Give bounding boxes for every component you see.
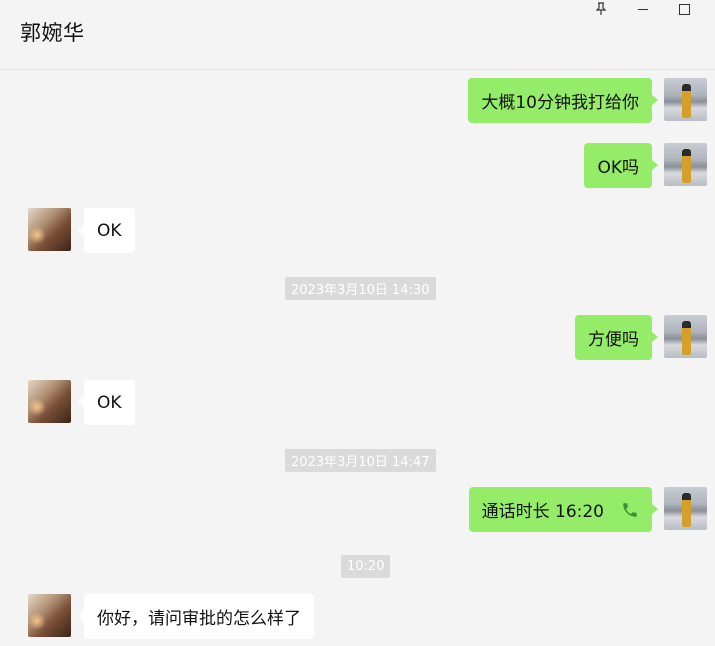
phone-icon	[621, 501, 639, 519]
pin-icon	[595, 2, 607, 15]
my-avatar[interactable]	[664, 143, 707, 186]
sent-message-bubble[interactable]: 大概10分钟我打给你	[468, 78, 658, 123]
message-text: 大概10分钟我打给你	[481, 93, 639, 113]
contact-avatar[interactable]	[28, 208, 71, 251]
chat-header: 郭婉华	[0, 0, 715, 70]
received-message-bubble[interactable]: 你好，请问审批的怎么样了	[78, 594, 314, 639]
message-text: 方便吗	[588, 330, 639, 350]
sent-message-bubble[interactable]: 方便吗	[575, 315, 658, 360]
received-message-bubble[interactable]: OK	[78, 380, 135, 425]
pin-window-button[interactable]	[586, 0, 616, 18]
maximize-icon	[678, 3, 690, 15]
my-avatar[interactable]	[664, 78, 707, 121]
contact-avatar[interactable]	[28, 594, 71, 637]
my-avatar[interactable]	[664, 487, 707, 530]
message-timestamp: 10:20	[341, 555, 391, 578]
call-duration-text: 通话时长 16:20	[481, 502, 604, 522]
call-record-bubble[interactable]: 通话时长 16:20	[468, 487, 659, 532]
minimize-button[interactable]	[628, 0, 658, 18]
contact-name: 郭婉华	[20, 21, 85, 45]
message-timestamp: 2023年3月10日 14:47	[285, 449, 436, 472]
message-text: 你好，请问审批的怎么样了	[97, 609, 301, 629]
minimize-icon	[638, 8, 648, 10]
message-text: OK	[97, 220, 122, 241]
message-text: OK吗	[597, 158, 639, 178]
sent-message-bubble[interactable]: OK吗	[584, 143, 658, 188]
message-text: OK	[97, 392, 122, 413]
maximize-button[interactable]	[669, 0, 699, 18]
message-timestamp: 2023年3月10日 14:30	[285, 277, 436, 300]
my-avatar[interactable]	[664, 315, 707, 358]
contact-avatar[interactable]	[28, 380, 71, 423]
received-message-bubble[interactable]: OK	[78, 208, 135, 253]
